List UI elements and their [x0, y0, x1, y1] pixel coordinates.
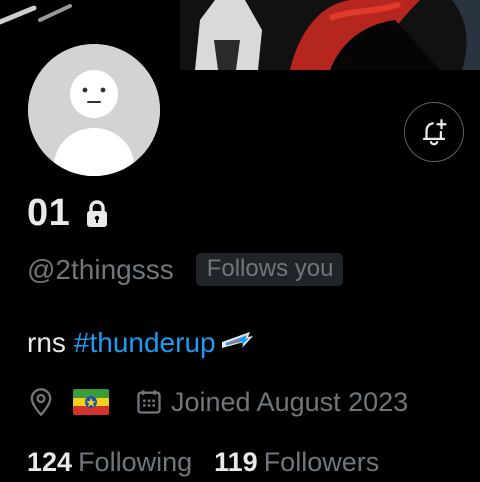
follow-stats: 124 Following 119 Followers: [27, 447, 379, 478]
display-name: 01: [27, 192, 71, 234]
followers-link[interactable]: 119 Followers: [214, 447, 379, 478]
avatar[interactable]: [24, 40, 164, 180]
location-pin-icon: [30, 388, 52, 417]
bio: rns #thunderup: [27, 327, 254, 359]
lock-icon: [87, 199, 108, 227]
following-label: Following: [78, 447, 193, 477]
ethiopia-flag: [73, 389, 109, 415]
bell-plus-icon: [422, 119, 447, 146]
notifications-button[interactable]: [404, 102, 464, 162]
following-count: 124: [27, 447, 73, 477]
user-handle: @2thingsss: [27, 253, 174, 285]
followers-count: 119: [214, 447, 258, 477]
following-link[interactable]: 124 Following: [27, 447, 192, 478]
okc-thunder-logo: [220, 327, 254, 359]
followers-label: Followers: [263, 447, 380, 477]
joined-date: Joined August 2023: [135, 387, 408, 418]
name-row: 01: [27, 192, 110, 235]
default-avatar-icon: [28, 44, 160, 176]
follows-you-badge: Follows you: [195, 253, 344, 286]
bio-text: rns: [27, 327, 66, 358]
joined-date-text: Joined August 2023: [171, 386, 409, 417]
calendar-icon: [137, 390, 161, 414]
handle-row: @2thingsss Follows you: [27, 253, 344, 286]
profile-meta: Joined August 2023: [27, 384, 408, 420]
hashtag-link[interactable]: #thunderup: [74, 327, 216, 359]
